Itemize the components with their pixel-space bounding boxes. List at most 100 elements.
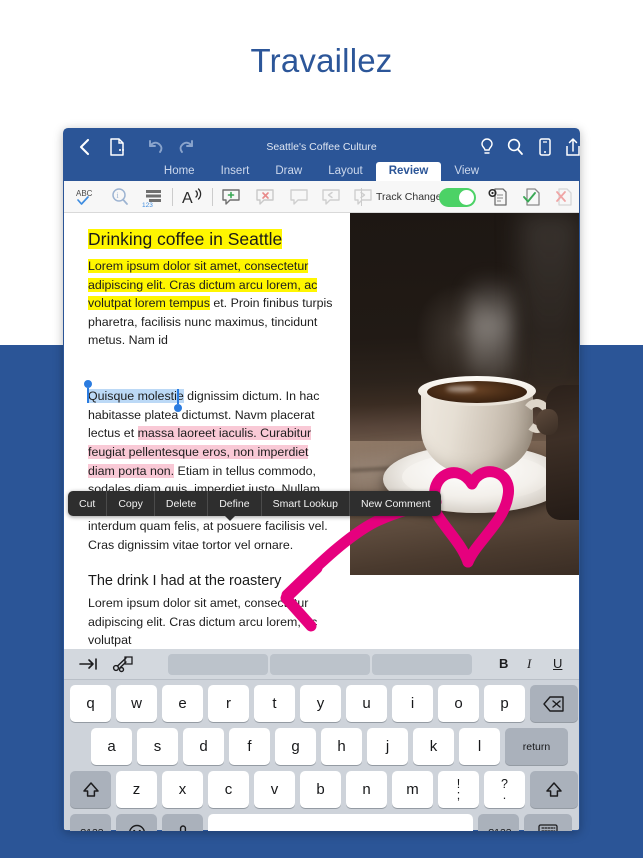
share-icon[interactable] [562, 136, 580, 158]
key-o[interactable]: o [438, 685, 479, 722]
key-r[interactable]: r [208, 685, 249, 722]
space-key[interactable] [208, 814, 473, 831]
toolbar-divider [212, 188, 213, 206]
key-d[interactable]: d [183, 728, 224, 765]
key-j[interactable]: j [367, 728, 408, 765]
bold-button[interactable]: B [499, 656, 508, 671]
backspace-key[interactable] [530, 685, 578, 722]
accept-change-icon[interactable] [521, 186, 543, 208]
key-z[interactable]: z [116, 771, 157, 808]
emoji-icon[interactable] [116, 814, 157, 831]
key-exclamation-semicolon[interactable]: ! ; [438, 771, 479, 808]
shift-key-right[interactable] [530, 771, 578, 808]
tab-insert[interactable]: Insert [208, 162, 263, 181]
key-n[interactable]: n [346, 771, 387, 808]
word-count-icon[interactable]: 123 [142, 186, 164, 208]
selection-handle-start[interactable] [84, 380, 92, 389]
document-text-column: Drinking coffee in Seattle Lorem ipsum d… [84, 227, 338, 649]
key-f[interactable]: f [229, 728, 270, 765]
key-y[interactable]: y [300, 685, 341, 722]
toolbar-divider [172, 188, 173, 206]
cut-icon[interactable] [112, 654, 134, 674]
keyboard-row-3: z x c v b n m ! ; ? . [64, 771, 579, 808]
context-menu-define[interactable]: Define [208, 491, 262, 516]
key-g[interactable]: g [275, 728, 316, 765]
document-heading-1: Drinking coffee in Seattle [88, 229, 283, 249]
svg-text:A: A [182, 190, 193, 207]
selected-text[interactable]: Quisque molestie [88, 389, 184, 404]
document-canvas[interactable]: Drinking coffee in Seattle Lorem ipsum d… [64, 213, 579, 649]
photo-bokeh-light [468, 275, 512, 385]
suggestion-slot-3[interactable] [372, 654, 472, 675]
key-q[interactable]: q [70, 685, 111, 722]
document-title: Seattle's Coffee Culture [266, 141, 377, 153]
key-m[interactable]: m [392, 771, 433, 808]
key-a[interactable]: a [91, 728, 132, 765]
context-menu-delete[interactable]: Delete [155, 491, 209, 516]
tab-view[interactable]: View [441, 162, 492, 181]
key-k[interactable]: k [413, 728, 454, 765]
key-l[interactable]: l [459, 728, 500, 765]
tab-icon[interactable] [78, 654, 100, 674]
tab-layout[interactable]: Layout [315, 162, 376, 181]
key-p[interactable]: p [484, 685, 525, 722]
spelling-check-icon[interactable]: ABC [76, 186, 98, 208]
mobile-view-icon[interactable] [534, 136, 556, 158]
key-question-period[interactable]: ? . [484, 771, 525, 808]
dismiss-keyboard-icon[interactable] [524, 814, 572, 831]
keyboard-row-2: a s d f g h j k l return [64, 728, 579, 765]
document-heading-2: The drink I had at the roastery [88, 572, 282, 589]
numbers-key-left[interactable]: .?123 [70, 814, 111, 831]
onscreen-keyboard: B I U q w e r t y u i o p a s d f g h j … [64, 649, 579, 831]
ribbon-tabs: Home Insert Draw Layout Review View [64, 160, 579, 181]
suggestion-slot-2[interactable] [270, 654, 370, 675]
next-comment-icon[interactable] [352, 186, 374, 208]
key-v[interactable]: v [254, 771, 295, 808]
thesaurus-icon[interactable]: i [110, 186, 130, 208]
key-semicolon-label: ; [456, 787, 461, 802]
photo-thumb [536, 409, 558, 435]
key-i[interactable]: i [392, 685, 433, 722]
key-u[interactable]: u [346, 685, 387, 722]
key-s[interactable]: s [137, 728, 178, 765]
tab-home[interactable]: Home [151, 162, 208, 181]
key-b[interactable]: b [300, 771, 341, 808]
track-changes-label: Track Changes [376, 191, 447, 203]
search-icon[interactable] [504, 136, 526, 158]
key-h[interactable]: h [321, 728, 362, 765]
key-e[interactable]: e [162, 685, 203, 722]
numbers-key-right[interactable]: .?123 [478, 814, 519, 831]
shift-key-left[interactable] [70, 771, 111, 808]
context-menu-new-comment[interactable]: New Comment [350, 491, 441, 516]
lightbulb-icon[interactable] [476, 136, 498, 158]
tab-review[interactable]: Review [375, 162, 442, 181]
suggestion-slot-1[interactable] [168, 654, 268, 675]
return-key[interactable]: return [505, 728, 568, 765]
context-menu-arrow [224, 515, 236, 521]
underline-button[interactable]: U [553, 656, 562, 671]
selection-bar-start [87, 388, 89, 404]
context-menu-smart-lookup[interactable]: Smart Lookup [262, 491, 350, 516]
tablet-device-frame: Seattle's Coffee Culture Home Insert Dra… [63, 128, 580, 831]
show-markup-icon[interactable] [487, 186, 509, 208]
previous-comment-icon[interactable] [320, 186, 342, 208]
read-aloud-icon[interactable]: A [182, 186, 206, 208]
svg-text:i: i [117, 191, 120, 200]
document-paragraph-1: Lorem ipsum dolor sit amet, consectetur … [88, 259, 333, 348]
new-comment-icon[interactable] [220, 186, 242, 208]
key-t[interactable]: t [254, 685, 295, 722]
key-c[interactable]: c [208, 771, 249, 808]
track-changes-toggle[interactable] [439, 188, 476, 207]
key-w[interactable]: w [116, 685, 157, 722]
microphone-icon[interactable] [162, 814, 203, 831]
context-menu-copy[interactable]: Copy [107, 491, 155, 516]
review-ribbon-toolbar: ABC i 123 A Track Changes [64, 181, 579, 213]
delete-comment-icon[interactable] [254, 186, 276, 208]
italic-button[interactable]: I [527, 656, 531, 672]
tab-draw[interactable]: Draw [262, 162, 315, 181]
comment-icon[interactable] [288, 186, 310, 208]
page-headline: Travaillez [250, 42, 393, 79]
reject-change-icon[interactable] [553, 186, 575, 208]
key-x[interactable]: x [162, 771, 203, 808]
context-menu-cut[interactable]: Cut [68, 491, 108, 516]
